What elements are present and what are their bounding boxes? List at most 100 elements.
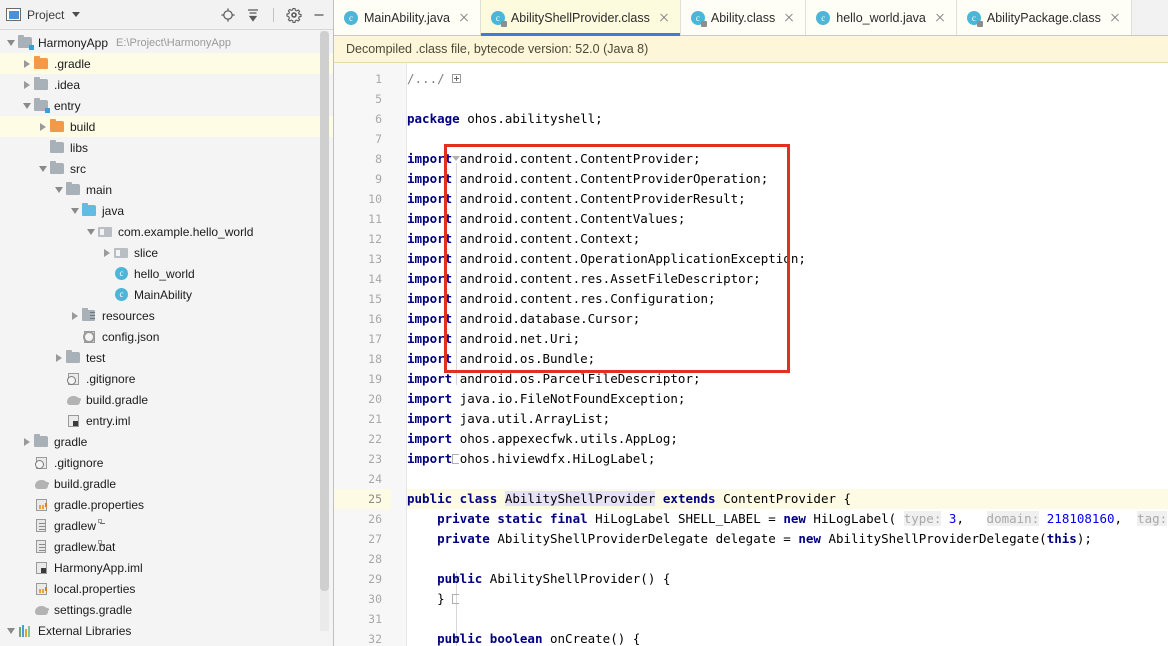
- tree-item-harmonyapp[interactable]: HarmonyApp E:\Project\HarmonyApp: [0, 32, 333, 53]
- java-class-icon: c: [816, 10, 831, 25]
- line-number: 10: [368, 192, 382, 206]
- chevron-down-icon[interactable]: [4, 620, 17, 641]
- line-number: 8: [375, 152, 382, 166]
- tree-item-slice[interactable]: slice: [0, 242, 333, 263]
- tree-item-test[interactable]: test: [0, 347, 333, 368]
- tree-item-gradle-properties[interactable]: gradle.properties: [0, 494, 333, 515]
- editor-tab-label: hello_world.java: [836, 10, 926, 25]
- editor-tab-mainability-java[interactable]: c MainAbility.java: [334, 0, 481, 35]
- tree-item-java[interactable]: java: [0, 200, 333, 221]
- project-scrollbar[interactable]: [320, 31, 329, 631]
- tree-item-main[interactable]: main: [0, 179, 333, 200]
- line-number: 21: [368, 412, 382, 426]
- line-number: 30: [368, 592, 382, 606]
- chevron-down-icon[interactable]: [52, 179, 65, 200]
- chevron-down-icon[interactable]: [20, 95, 33, 116]
- iml-file-icon: [33, 560, 50, 576]
- line-number-gutter[interactable]: 1 5 6 7 8 9 10 11 12 13 14 15 16 17 18 19 20 21 22 23 24 25 26…: [334, 63, 391, 646]
- tree-item-hello-world[interactable]: c hello_world: [0, 263, 333, 284]
- tree-item-com-example-hello-world[interactable]: com.example.hello_world: [0, 221, 333, 242]
- tree-item-settings-gradle[interactable]: settings.gradle: [0, 599, 333, 620]
- chevron-down-icon[interactable]: [68, 200, 81, 221]
- tree-item-entry-iml[interactable]: entry.iml: [0, 410, 333, 431]
- code-line: import android.content.ContentProviderRe…: [407, 189, 746, 209]
- tree-item-gitignore[interactable]: .gitignore: [0, 452, 333, 473]
- project-scrollbar-thumb[interactable]: [320, 31, 329, 591]
- line-number: 25: [368, 492, 382, 506]
- folder-icon: [65, 181, 82, 198]
- tree-item-label: resources: [102, 308, 155, 323]
- close-icon[interactable]: [783, 12, 795, 24]
- code-line: }: [407, 589, 445, 609]
- project-tree[interactable]: HarmonyApp E:\Project\HarmonyApp .gradle .i…: [0, 30, 333, 646]
- tree-item-resources[interactable]: resources: [0, 305, 333, 326]
- editor-tab-abilitypackage-class[interactable]: c AbilityPackage.class: [956, 0, 1132, 35]
- tree-item-gitignore[interactable]: .gitignore: [0, 368, 333, 389]
- code-token: AbilityShellProvider: [504, 491, 656, 506]
- chevron-right-icon[interactable]: [36, 116, 49, 137]
- tree-item-libs[interactable]: libs: [0, 137, 333, 158]
- line-number: 29: [368, 572, 382, 586]
- code-folding-gutter[interactable]: [391, 63, 461, 646]
- tree-item-label: MainAbility: [134, 287, 193, 302]
- expand-region-icon[interactable]: [452, 74, 461, 83]
- tree-item-external-libraries[interactable]: External Libraries: [0, 620, 333, 641]
- chevron-right-icon[interactable]: [20, 431, 33, 452]
- code-line: import android.content.Context;: [407, 229, 640, 249]
- code-line: import java.io.FileNotFoundException;: [407, 389, 685, 409]
- chevron-right-icon[interactable]: [100, 242, 113, 263]
- close-icon[interactable]: [458, 12, 470, 24]
- editor-tab-abilityshellprovider-class[interactable]: c AbilityShellProvider.class: [480, 0, 681, 36]
- editor-tab-ability-class[interactable]: c Ability.class: [680, 0, 807, 35]
- editor-tab-hello-world-java[interactable]: c hello_world.java: [806, 0, 957, 35]
- tree-item-build-gradle[interactable]: build.gradle: [0, 389, 333, 410]
- tree-item-build-gradle[interactable]: build.gradle: [0, 473, 333, 494]
- json-file-icon: [81, 329, 98, 345]
- code-token: this: [1046, 531, 1077, 546]
- chevron-right-icon[interactable]: [20, 74, 33, 95]
- editor-tab-bar: c MainAbility.java c AbilityShellProvider.c…: [334, 0, 1168, 36]
- line-number: 17: [368, 332, 382, 346]
- region-end-icon[interactable]: [452, 594, 460, 604]
- tree-item-src[interactable]: src: [0, 158, 333, 179]
- tree-item-harmonyapp-iml[interactable]: HarmonyApp.iml: [0, 557, 333, 578]
- decompiled-notice-text: Decompiled .class file, bytecode version…: [346, 42, 649, 56]
- collapse-all-icon[interactable]: [245, 7, 261, 23]
- chevron-right-icon[interactable]: [68, 305, 81, 326]
- tree-item-gradle[interactable]: gradle: [0, 431, 333, 452]
- tree-item-build[interactable]: build: [0, 116, 333, 137]
- minimize-icon[interactable]: [311, 7, 327, 23]
- chevron-down-icon[interactable]: [4, 32, 17, 53]
- tree-item-gradle[interactable]: .gradle: [0, 53, 333, 74]
- locate-icon[interactable]: [220, 7, 236, 23]
- tree-item-label: main: [86, 182, 113, 197]
- tree-item-local-properties[interactable]: local.properties: [0, 578, 333, 599]
- tree-item-label: .gradle: [54, 56, 91, 71]
- line-number: 18: [368, 352, 382, 366]
- properties-file-icon: [33, 497, 50, 513]
- tree-item-entry[interactable]: entry: [0, 95, 333, 116]
- tree-item-config-json[interactable]: config.json: [0, 326, 333, 347]
- line-number: 28: [368, 552, 382, 566]
- settings-gear-icon[interactable]: [286, 7, 302, 23]
- tree-item-idea[interactable]: .idea: [0, 74, 333, 95]
- project-view-selector[interactable]: Project: [6, 8, 220, 22]
- editor-tab-label: AbilityPackage.class: [986, 10, 1101, 25]
- tree-item-gradlew[interactable]: gradlew: [0, 515, 333, 536]
- chevron-down-icon[interactable]: [72, 12, 81, 17]
- chevron-down-icon[interactable]: [36, 158, 49, 179]
- tree-item-label: slice: [134, 245, 159, 260]
- code-token: import: [407, 411, 460, 426]
- close-icon[interactable]: [1109, 12, 1121, 24]
- close-icon[interactable]: [934, 12, 946, 24]
- chevron-down-icon[interactable]: [84, 221, 97, 242]
- chevron-right-icon[interactable]: [20, 53, 33, 74]
- chevron-right-icon[interactable]: [52, 347, 65, 368]
- tree-item-mainability[interactable]: c MainAbility: [0, 284, 333, 305]
- tree-item-gradlew-bat[interactable]: gradlew.bat: [0, 536, 333, 557]
- code-editor[interactable]: 1 5 6 7 8 9 10 11 12 13 14 15 16 17 18 19 20 21 22 23 24 25 26…: [334, 63, 1168, 646]
- close-icon[interactable]: [658, 12, 670, 24]
